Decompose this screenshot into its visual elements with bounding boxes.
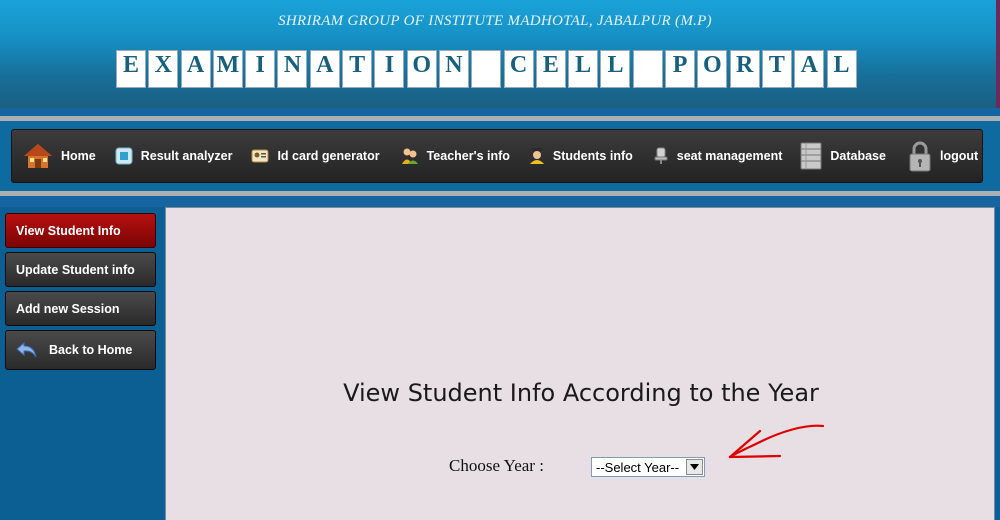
annotation-arrow-icon	[728, 424, 825, 459]
year-select-value: --Select Year--	[596, 459, 680, 475]
sidebar-item-label: Back to Home	[49, 343, 133, 357]
nav-label: Result analyzer	[140, 149, 233, 163]
main-content: View Student Info According to the Year …	[165, 207, 995, 520]
title-tile: C	[503, 50, 534, 88]
nav-logout[interactable]: logout	[896, 130, 988, 182]
nav-result-analyzer[interactable]: Result analyzer	[106, 130, 243, 182]
nav-seat-management[interactable]: seat management	[643, 130, 793, 182]
title-tile: R	[729, 50, 760, 88]
sidebar-item-label: Update Student info	[16, 262, 135, 277]
title-tile: A	[180, 50, 211, 88]
year-select[interactable]: --Select Year--	[591, 457, 705, 477]
nav-teachers-info[interactable]: Teacher's info	[390, 130, 520, 182]
nav-label: seat management	[676, 149, 783, 163]
teachers-icon	[401, 147, 419, 165]
nav-label: Home	[61, 149, 96, 163]
title-tile: L	[826, 50, 857, 88]
title-tile: P	[665, 50, 696, 88]
id-card-icon	[251, 149, 269, 163]
sidebar: View Student Info Update Student info Ad…	[0, 207, 162, 520]
title-tile: E	[116, 50, 146, 88]
sidebar-item-back-to-home[interactable]: Back to Home	[5, 330, 156, 370]
sidebar-item-add-new-session[interactable]: Add new Session	[5, 291, 156, 326]
sidebar-item-label: Add new Session	[16, 301, 120, 316]
site-header: SHRIRAM GROUP OF INSTITUTE MADHOTAL, JAB…	[0, 0, 996, 108]
student-icon	[529, 147, 545, 165]
nav-id-card-generator[interactable]: Id card generator	[242, 130, 389, 182]
database-icon	[800, 142, 822, 170]
title-tile: N	[277, 50, 308, 88]
institute-name: SHRIRAM GROUP OF INSTITUTE MADHOTAL, JAB…	[278, 13, 712, 29]
nav-home[interactable]: Home	[12, 130, 106, 182]
title-tile	[471, 50, 502, 88]
title-tile: X	[148, 50, 179, 88]
stripe	[0, 196, 1000, 207]
title-tile: L	[568, 50, 599, 88]
sidebar-item-label: View Student Info	[16, 223, 121, 238]
title-tile	[632, 50, 663, 88]
title-tile: A	[794, 50, 825, 88]
nav-database[interactable]: Database	[792, 130, 896, 182]
main-nav: Home Result analyzer Id card generator T…	[11, 129, 983, 183]
title-tile: N	[438, 50, 469, 88]
back-arrow-icon	[16, 341, 38, 359]
title-tile: O	[406, 50, 437, 88]
chevron-down-icon[interactable]	[686, 459, 703, 475]
title-tile: M	[212, 50, 243, 88]
portal-title: E X A M I N A T I O N C E L L P O R T A …	[116, 50, 859, 90]
result-icon	[115, 147, 133, 165]
nav-label: logout	[939, 149, 979, 163]
title-tile: A	[309, 50, 340, 88]
title-tile: L	[600, 50, 631, 88]
title-tile: I	[374, 50, 405, 88]
choose-year-label: Choose Year :	[449, 456, 544, 475]
nav-label: Database	[830, 149, 886, 163]
title-tile: T	[761, 50, 792, 88]
title-tile: T	[342, 50, 373, 88]
title-tile: E	[535, 50, 566, 88]
page-heading: View Student Info According to the Year	[343, 379, 819, 407]
title-tile: O	[697, 50, 728, 88]
house-icon	[23, 142, 53, 170]
nav-label: Teacher's info	[426, 149, 510, 163]
sidebar-item-update-student-info[interactable]: Update Student info	[5, 252, 156, 287]
nav-students-info[interactable]: Students info	[520, 130, 643, 182]
title-tile: I	[245, 50, 276, 88]
nav-label: Id card generator	[277, 149, 380, 163]
header-edge	[996, 0, 1000, 108]
seat-icon	[653, 147, 669, 165]
nav-label: Students info	[552, 149, 633, 163]
stripe	[0, 108, 1000, 116]
lock-icon	[908, 140, 932, 172]
sidebar-item-view-student-info[interactable]: View Student Info	[5, 213, 156, 248]
